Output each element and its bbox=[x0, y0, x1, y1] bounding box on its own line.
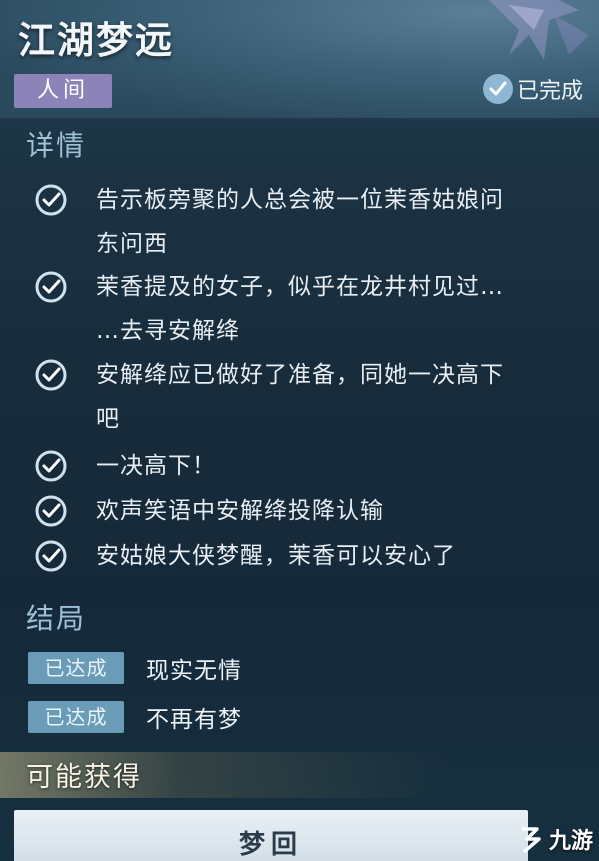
realm-tag: 人间 bbox=[14, 74, 112, 108]
achieved-badge: 已达成 bbox=[28, 701, 124, 733]
achieved-badge: 已达成 bbox=[28, 652, 124, 684]
check-circle-icon bbox=[35, 359, 67, 391]
rewards-heading: 可能获得 bbox=[26, 762, 142, 793]
ending-row: 已达成 不再有梦 bbox=[28, 700, 242, 734]
brand-logo-icon bbox=[521, 827, 541, 853]
list-item: 告示板旁聚的人总会被一位茉香姑娘问 东问西 bbox=[34, 183, 589, 266]
check-circle-icon bbox=[35, 450, 67, 482]
list-item-text: 安解绛应已做好了准备，同她一决高下 吧 bbox=[96, 362, 504, 432]
list-item: 欢声笑语中安解绛投降认输 bbox=[34, 494, 589, 533]
ending-heading: 结局 bbox=[26, 602, 87, 635]
ending-text: 不再有梦 bbox=[146, 707, 242, 733]
check-circle-icon bbox=[35, 271, 67, 303]
check-icon bbox=[482, 74, 513, 104]
watermark: 九游 bbox=[517, 823, 593, 855]
quest-title: 江湖梦远 bbox=[18, 19, 174, 62]
completed-status: 已完成 bbox=[482, 72, 583, 106]
watermark-text: 九游 bbox=[548, 829, 593, 854]
check-circle-icon bbox=[35, 495, 67, 527]
list-item: 安姑娘大侠梦醒，茉香可以安心了 bbox=[34, 539, 589, 578]
dream-return-label: 梦回 bbox=[238, 830, 303, 860]
list-item: 安解绛应已做好了准备，同她一决高下 吧 bbox=[34, 358, 589, 441]
dream-return-button[interactable]: 梦回 bbox=[14, 810, 528, 861]
details-heading: 详情 bbox=[26, 129, 87, 162]
check-circle-icon bbox=[35, 184, 67, 216]
ornament-icon bbox=[489, 0, 589, 60]
list-item: 一决高下！ bbox=[34, 449, 589, 488]
list-item-text: 一决高下！ bbox=[96, 453, 216, 479]
list-item-text: 告示板旁聚的人总会被一位茉香姑娘问 东问西 bbox=[96, 187, 504, 257]
check-circle-icon bbox=[35, 540, 67, 572]
quest-header: 江湖梦远 人间 已完成 bbox=[0, 0, 599, 118]
completed-label: 已完成 bbox=[516, 79, 583, 104]
list-item-text: 欢声笑语中安解绛投降认输 bbox=[96, 498, 384, 524]
ending-row: 已达成 现实无情 bbox=[28, 651, 242, 685]
list-item: 茉香提及的女子，似乎在龙井村见过… …去寻安解绛 bbox=[34, 270, 589, 353]
ending-text: 现实无情 bbox=[146, 658, 242, 684]
list-item-text: 安姑娘大侠梦醒，茉香可以安心了 bbox=[96, 543, 456, 569]
list-item-text: 茉香提及的女子，似乎在龙井村见过… …去寻安解绛 bbox=[96, 274, 504, 344]
